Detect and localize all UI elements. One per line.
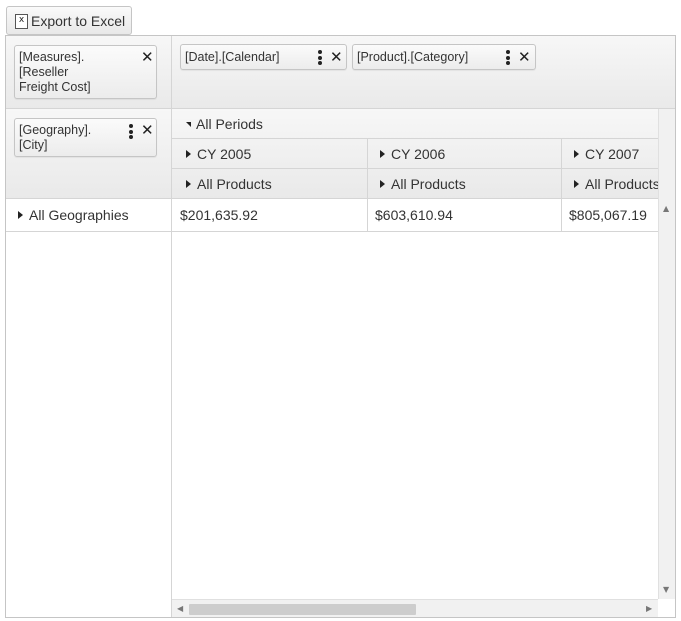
- scroll-up-arrow-icon[interactable]: ▲: [663, 204, 669, 213]
- close-icon[interactable]: ✕: [141, 123, 154, 138]
- scroll-down-arrow-icon[interactable]: ▼: [663, 585, 669, 594]
- kebab-menu-icon[interactable]: [318, 50, 322, 67]
- measure-field-label-1: [Measures].: [19, 50, 85, 64]
- vertical-scrollbar[interactable]: ▲ ▼: [658, 109, 675, 599]
- column-header-all-periods[interactable]: All Periods: [186, 116, 486, 136]
- row-field-label-1: [Geography].: [19, 123, 92, 137]
- column-header-label: CY 2005: [197, 146, 252, 162]
- kebab-menu-icon[interactable]: [506, 50, 510, 67]
- expand-arrow-icon[interactable]: [574, 150, 579, 159]
- column-header-label: CY 2007: [585, 146, 640, 162]
- close-icon[interactable]: ✕: [141, 50, 154, 65]
- column-field-label: [Product].[Category]: [357, 50, 469, 64]
- export-to-excel-button[interactable]: x Export to Excel: [6, 6, 132, 35]
- row-field-chip-geography[interactable]: [Geography]. [City] ✕: [14, 118, 157, 157]
- column-header-label: All Products: [391, 176, 466, 192]
- measure-field-label-2: [Reseller: [19, 65, 69, 79]
- row-header-label: All Geographies: [29, 207, 129, 223]
- column-header-product[interactable]: All Products: [574, 176, 658, 196]
- column-field-chip-date[interactable]: [Date].[Calendar] ✕: [180, 44, 347, 70]
- horizontal-scroll-thumb[interactable]: [189, 604, 416, 615]
- expand-arrow-icon[interactable]: [186, 180, 191, 189]
- column-header-product[interactable]: All Products: [186, 176, 364, 196]
- column-header-year[interactable]: CY 2005: [186, 146, 364, 166]
- column-header-product[interactable]: All Products: [380, 176, 558, 196]
- column-header-year[interactable]: CY 2007: [574, 146, 658, 166]
- row-field-label-2: [City]: [19, 138, 48, 152]
- measure-field-label-3: Freight Cost]: [19, 80, 91, 94]
- column-header-label: All Products: [197, 176, 272, 192]
- export-button-label: Export to Excel: [31, 12, 126, 29]
- excel-icon: x: [15, 14, 28, 29]
- kebab-menu-icon[interactable]: [129, 124, 133, 141]
- column-header-label: All Periods: [196, 116, 263, 132]
- close-icon[interactable]: ✕: [330, 50, 343, 65]
- data-cell[interactable]: $603,610.94: [375, 207, 559, 227]
- pivot-grid: [Measures]. [Reseller Freight Cost] ✕ [D…: [5, 35, 676, 618]
- expand-arrow-icon[interactable]: [574, 180, 579, 189]
- measure-field-chip[interactable]: [Measures]. [Reseller Freight Cost] ✕: [14, 45, 157, 99]
- close-icon[interactable]: ✕: [518, 50, 531, 65]
- column-field-label: [Date].[Calendar]: [185, 50, 280, 64]
- expand-arrow-icon[interactable]: [380, 180, 385, 189]
- horizontal-scrollbar[interactable]: ◀ ▶: [172, 599, 658, 617]
- column-header-year[interactable]: CY 2006: [380, 146, 558, 166]
- expand-arrow-icon[interactable]: [18, 211, 23, 220]
- scroll-right-arrow-icon[interactable]: ▶: [646, 604, 652, 613]
- data-cell[interactable]: $805,067.19: [569, 207, 658, 227]
- data-cell[interactable]: $201,635.92: [180, 207, 364, 227]
- row-header-all-geographies[interactable]: All Geographies: [18, 207, 168, 227]
- column-field-chip-product[interactable]: [Product].[Category] ✕: [352, 44, 536, 70]
- expand-arrow-icon[interactable]: [380, 150, 385, 159]
- scroll-left-arrow-icon[interactable]: ◀: [177, 604, 183, 613]
- collapse-arrow-icon[interactable]: [186, 121, 191, 127]
- expand-arrow-icon[interactable]: [186, 150, 191, 159]
- column-header-label: All Products: [585, 176, 658, 192]
- column-header-label: CY 2006: [391, 146, 446, 162]
